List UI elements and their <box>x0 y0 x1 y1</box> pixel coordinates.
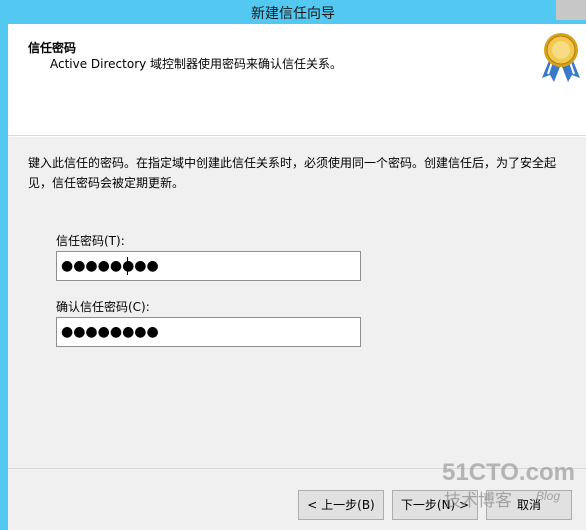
close-button[interactable] <box>556 0 586 20</box>
window-title: 新建信任向导 <box>251 6 335 22</box>
watermark-sub-text: 技术博客 <box>444 491 512 511</box>
confirm-password-field[interactable]: ●●●●●●●● <box>56 317 361 347</box>
certificate-badge-icon <box>542 33 580 82</box>
wizard-body: 键入此信任的密码。在指定域中创建此信任关系时，必须使用同一个密码。创建信任后，为… <box>8 137 586 468</box>
title-bar: 新建信任向导 <box>0 0 586 24</box>
page-title: 信任密码 <box>28 41 77 55</box>
confirm-password-value: ●●●●●●●● <box>61 324 159 340</box>
password-label: 信任密码(T): <box>56 234 125 248</box>
text-caret <box>127 257 128 275</box>
watermark-main-text: 51CTO.com <box>442 459 575 486</box>
back-button[interactable]: < 上一步(B) <box>298 490 384 520</box>
page-subtitle: Active Directory 域控制器使用密码来确认信任关系。 <box>50 57 343 71</box>
watermark-blog-text: Blog <box>536 489 560 503</box>
password-value: ●●●●●●●● <box>61 258 159 274</box>
instruction-text: 键入此信任的密码。在指定域中创建此信任关系时，必须使用同一个密码。创建信任后，为… <box>28 156 557 190</box>
wizard-header: 信任密码 Active Directory 域控制器使用密码来确认信任关系。 <box>8 24 586 136</box>
window-frame <box>0 24 8 530</box>
confirm-password-label: 确认信任密码(C): <box>56 300 150 314</box>
site-watermark: 51CTO.com 技术博客 Blog <box>442 459 575 511</box>
password-field[interactable]: ●●●●●●●● <box>56 251 361 281</box>
